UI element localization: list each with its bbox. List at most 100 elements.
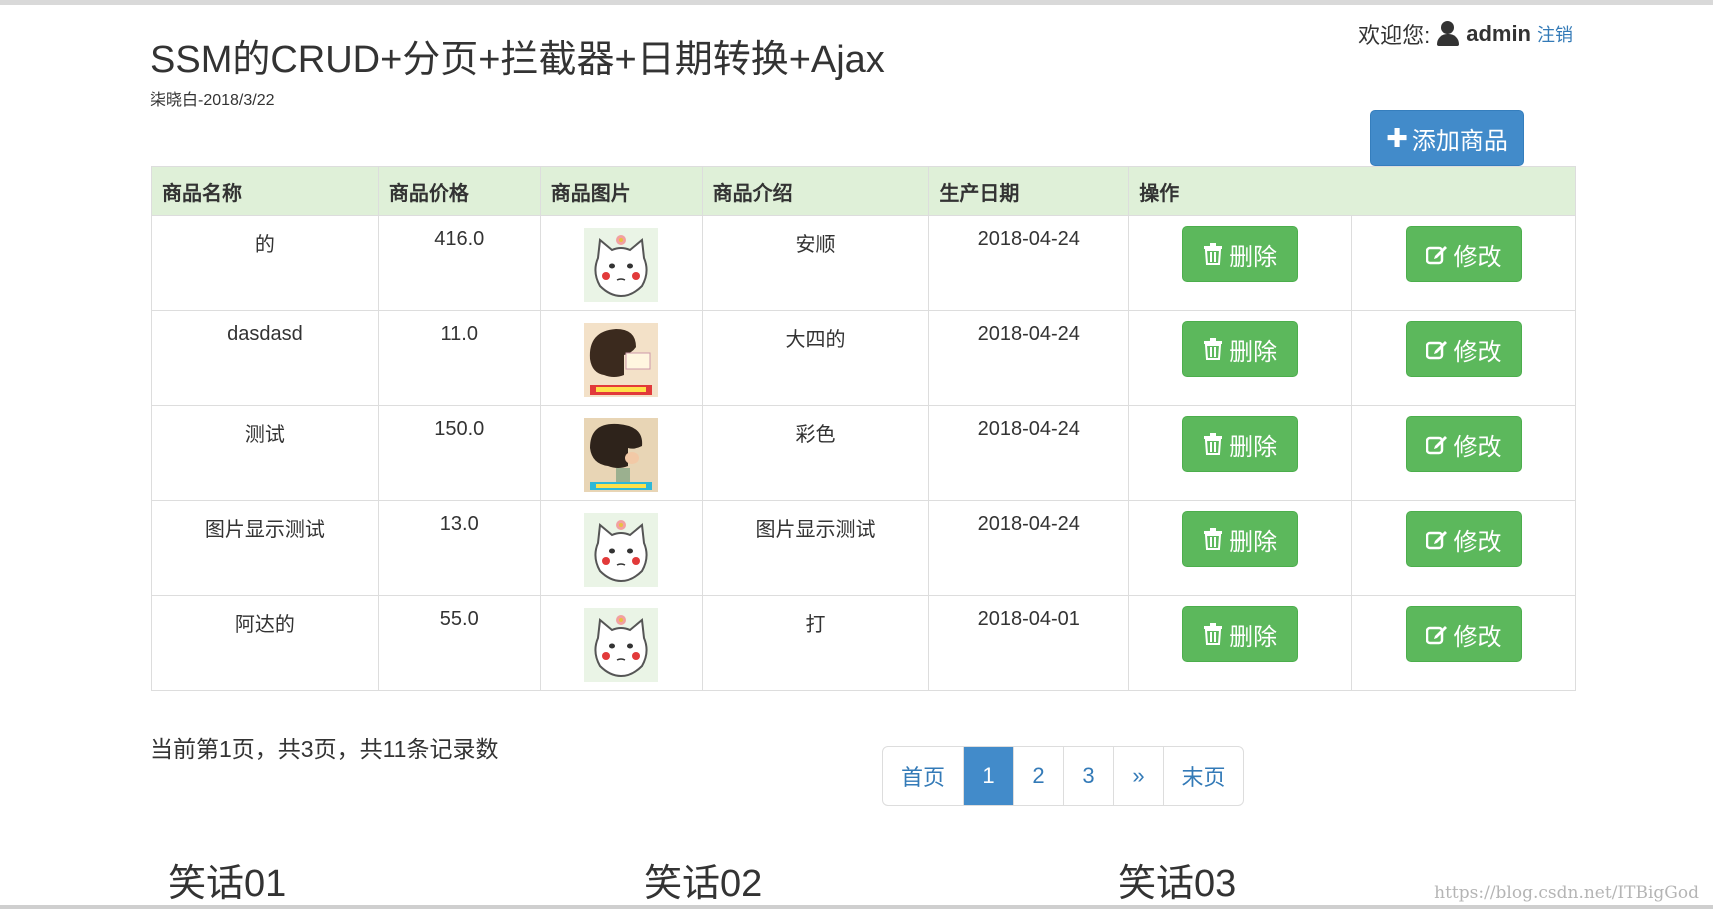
- cell-product-name: 的: [151, 215, 379, 311]
- cell-product-name: dasdasd: [151, 310, 379, 406]
- edit-label: 修改: [1453, 243, 1502, 271]
- cell-product-price: 55.0: [377, 595, 541, 691]
- product-table: 商品名称 商品价格 商品图片 商品介绍 生产日期 操作 的 416.0 安顺 2018…: [151, 166, 1576, 691]
- edit-button[interactable]: 修改: [1405, 226, 1522, 282]
- header-actions: 操作: [1128, 166, 1576, 216]
- delete-label: 删除: [1229, 243, 1278, 271]
- cell-product-price: 416.0: [377, 215, 541, 311]
- add-product-label: 添加商品: [1411, 127, 1508, 155]
- cell-product-price: 13.0: [377, 500, 541, 596]
- cell-product-intro: 大四的: [701, 310, 930, 406]
- cell-edit: 修改: [1351, 500, 1576, 596]
- edit-icon: [1425, 436, 1447, 455]
- page-first[interactable]: 首页: [883, 747, 963, 805]
- joke-title-2: 笑话02: [644, 863, 763, 905]
- edit-button[interactable]: 修改: [1405, 416, 1522, 472]
- cell-production-date: 2018-04-24: [928, 500, 1130, 596]
- product-image: [584, 418, 659, 492]
- trash-icon: [1204, 623, 1223, 645]
- edit-label: 修改: [1453, 338, 1502, 366]
- joke-title-1: 笑话01: [168, 863, 287, 905]
- delete-button[interactable]: 删除: [1182, 606, 1299, 662]
- page-2[interactable]: 2: [1013, 747, 1063, 805]
- cell-edit: 修改: [1351, 595, 1576, 691]
- joke-title-3: 笑话03: [1118, 863, 1237, 905]
- edit-icon: [1425, 626, 1447, 645]
- delete-button[interactable]: 删除: [1182, 416, 1299, 472]
- cell-product-image: [539, 405, 703, 501]
- cell-product-price: 11.0: [377, 310, 541, 406]
- delete-button[interactable]: 删除: [1182, 226, 1299, 282]
- cell-edit: 修改: [1351, 405, 1576, 501]
- cell-product-name: 阿达的: [151, 595, 379, 691]
- page-subtitle: 柒晓白-2018/3/22: [150, 92, 275, 109]
- edit-label: 修改: [1453, 623, 1502, 651]
- trash-icon: [1204, 528, 1223, 550]
- product-image: [584, 228, 659, 302]
- edit-label: 修改: [1453, 528, 1502, 556]
- welcome-label: 欢迎您:: [1358, 23, 1431, 48]
- delete-button[interactable]: 删除: [1182, 321, 1299, 377]
- table-row: 测试 150.0 彩色 2018-04-24 删除 修改: [151, 405, 1576, 501]
- page-1[interactable]: 1: [963, 747, 1013, 805]
- pagination: 首页 1 2 3 » 末页: [882, 746, 1244, 806]
- bottom-border: [0, 905, 1713, 909]
- logout-link[interactable]: 注销: [1537, 21, 1573, 47]
- delete-button[interactable]: 删除: [1182, 511, 1299, 567]
- delete-label: 删除: [1229, 433, 1278, 461]
- trash-icon: [1204, 338, 1223, 360]
- add-product-button[interactable]: ✚ 添加商品: [1370, 110, 1524, 166]
- table-row: 的 416.0 安顺 2018-04-24 删除 修改: [151, 215, 1576, 311]
- edit-button[interactable]: 修改: [1405, 321, 1522, 377]
- cell-product-image: [539, 215, 703, 311]
- watermark: https://blog.csdn.net/ITBigGod: [1434, 883, 1699, 903]
- cell-delete: 删除: [1128, 500, 1353, 596]
- cell-production-date: 2018-04-24: [928, 215, 1130, 311]
- user-welcome: 欢迎您: admin 注销: [1358, 18, 1573, 50]
- cell-product-image: [539, 595, 703, 691]
- header-production-date: 生产日期: [928, 166, 1130, 216]
- edit-button[interactable]: 修改: [1405, 606, 1522, 662]
- edit-icon: [1425, 341, 1447, 360]
- delete-label: 删除: [1229, 623, 1278, 651]
- cell-product-intro: 图片显示测试: [701, 500, 930, 596]
- product-image: [584, 323, 659, 397]
- table-row: 图片显示测试 13.0 图片显示测试 2018-04-24 删除 修改: [151, 500, 1576, 596]
- delete-label: 删除: [1229, 528, 1278, 556]
- edit-icon: [1425, 246, 1447, 265]
- cell-product-image: [539, 310, 703, 406]
- cell-production-date: 2018-04-24: [928, 310, 1130, 406]
- cell-product-intro: 彩色: [701, 405, 930, 501]
- cell-delete: 删除: [1128, 595, 1353, 691]
- cell-product-price: 150.0: [377, 405, 541, 501]
- delete-label: 删除: [1229, 338, 1278, 366]
- cell-delete: 删除: [1128, 215, 1353, 311]
- edit-label: 修改: [1453, 433, 1502, 461]
- edit-button[interactable]: 修改: [1405, 511, 1522, 567]
- cell-production-date: 2018-04-01: [928, 595, 1130, 691]
- cell-delete: 删除: [1128, 310, 1353, 406]
- pagination-info: 当前第1页，共3页，共11条记录数: [150, 736, 499, 762]
- cell-product-name: 图片显示测试: [151, 500, 379, 596]
- table-row: dasdasd 11.0 大四的 2018-04-24 删除 修改: [151, 310, 1576, 406]
- page-3[interactable]: 3: [1063, 747, 1113, 805]
- cell-product-name: 测试: [151, 405, 379, 501]
- cell-production-date: 2018-04-24: [928, 405, 1130, 501]
- trash-icon: [1204, 243, 1223, 265]
- product-image: [584, 608, 659, 682]
- page-next[interactable]: »: [1113, 747, 1163, 805]
- header-product-name: 商品名称: [151, 166, 379, 216]
- trash-icon: [1204, 433, 1223, 455]
- header-product-image: 商品图片: [539, 166, 703, 216]
- username: admin: [1466, 21, 1531, 46]
- cell-product-image: [539, 500, 703, 596]
- plus-icon: ✚: [1386, 122, 1408, 153]
- cell-delete: 删除: [1128, 405, 1353, 501]
- table-row: 阿达的 55.0 打 2018-04-01 删除 修改: [151, 595, 1576, 691]
- cell-edit: 修改: [1351, 215, 1576, 311]
- cell-edit: 修改: [1351, 310, 1576, 406]
- cell-product-intro: 安顺: [701, 215, 930, 311]
- table-header-row: 商品名称 商品价格 商品图片 商品介绍 生产日期 操作: [151, 166, 1576, 216]
- page-last[interactable]: 末页: [1163, 747, 1243, 805]
- header-product-price: 商品价格: [377, 166, 541, 216]
